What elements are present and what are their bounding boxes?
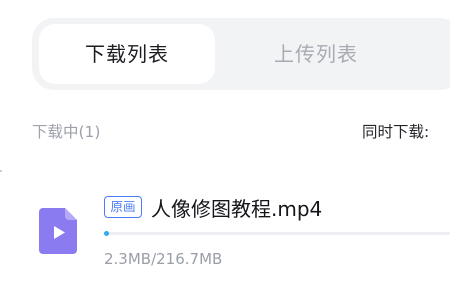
downloading-section-header: 下载中(1) 同时下载: [0, 116, 450, 146]
quality-badge: 原画 [104, 196, 142, 218]
download-progress-bar [104, 231, 450, 236]
tab-bar: 下载列表 上传列表 [32, 18, 450, 90]
downloading-section-title: 下载中(1) [32, 123, 101, 141]
download-progress-fill [104, 231, 109, 236]
video-file-icon[interactable] [39, 208, 77, 254]
edge-dot [0, 170, 2, 172]
concurrent-downloads-setting[interactable]: 同时下载: [362, 120, 429, 142]
file-name: 人像修图教程.mp4 [151, 197, 323, 221]
download-size: 2.3MB/216.7MB [104, 250, 223, 268]
tab-upload-list[interactable]: 上传列表 [232, 24, 450, 84]
tab-download-list[interactable]: 下载列表 [39, 24, 215, 84]
download-item[interactable]: 原画 人像修图教程.mp4 2.3MB/216.7MB [0, 190, 450, 280]
